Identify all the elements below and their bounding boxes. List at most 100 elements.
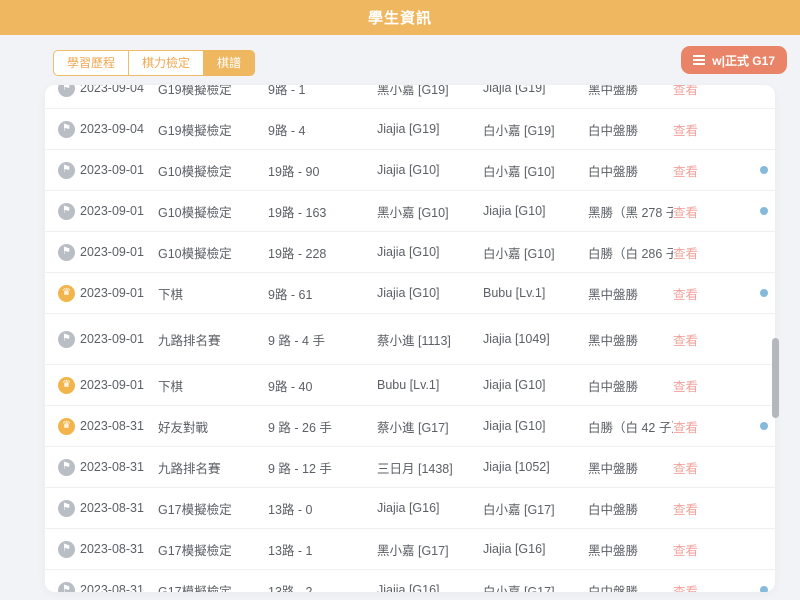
- board-moves: 9路 - 61: [268, 284, 377, 303]
- student-selector-label: w|正式 G17: [712, 52, 775, 69]
- game-type: G17模擬檢定: [158, 540, 268, 559]
- board-moves: 9路 - 4: [268, 120, 377, 139]
- white-player: Bubu [Lv.1]: [483, 286, 588, 300]
- view-link[interactable]: 查看: [673, 585, 698, 593]
- game-date: 2023-08-31: [80, 501, 158, 515]
- flag-icon: ⚑: [58, 582, 75, 592]
- row-icon-cell: ♛: [58, 376, 80, 394]
- game-type: G10模擬檢定: [158, 202, 268, 221]
- game-date: 2023-09-01: [80, 332, 158, 346]
- game-type: 下棋: [158, 376, 268, 395]
- board-moves: 19路 - 163: [268, 202, 377, 221]
- flag-icon: ⚑: [58, 244, 75, 261]
- view-link[interactable]: 查看: [673, 206, 698, 220]
- game-type: G19模擬檢定: [158, 120, 268, 139]
- white-player: Jiajia [G16]: [483, 542, 588, 556]
- row-icon-cell: ⚑: [58, 85, 80, 97]
- table-row: ⚑ 2023-08-31 G17模擬檢定 13路 - 1 黑小嘉 [G17] J…: [45, 529, 775, 570]
- white-player: Jiajia [1049]: [483, 332, 588, 346]
- game-type: G17模擬檢定: [158, 499, 268, 518]
- view-link[interactable]: 查看: [673, 124, 698, 138]
- board-moves: 9 路 - 4 手: [268, 330, 377, 349]
- table-row: ⚑ 2023-08-31 九路排名賽 9 路 - 12 手 三日月 [1438]…: [45, 447, 775, 488]
- row-icon-cell: ♛: [58, 284, 80, 302]
- view-cell: 查看: [673, 376, 723, 395]
- game-type: G10模擬檢定: [158, 161, 268, 180]
- white-player: Jiajia [G10]: [483, 378, 588, 392]
- view-link[interactable]: 查看: [673, 421, 698, 435]
- tab-group: 學習歷程棋力檢定棋譜: [53, 50, 255, 76]
- game-result: 黑中盤勝: [588, 540, 673, 559]
- white-player: 白小嘉 [G17]: [483, 499, 588, 518]
- view-cell: 查看: [673, 330, 723, 349]
- row-type-icon-glyph: ⚑: [62, 544, 71, 554]
- game-type: 九路排名賽: [158, 458, 268, 477]
- table-row: ♛ 2023-09-01 下棋 9路 - 40 Bubu [Lv.1] Jiaj…: [45, 365, 775, 406]
- crown-icon: ♛: [58, 418, 75, 435]
- white-player: 白小嘉 [G19]: [483, 120, 588, 139]
- view-link[interactable]: 查看: [673, 165, 698, 179]
- table-row: ♛ 2023-08-31 好友對戰 9 路 - 26 手 蔡小進 [G17] J…: [45, 406, 775, 447]
- game-records-list: ⚑ 2023-09-04 G19模擬檢定 9路 - 1 黑小嘉 [G19] Ji…: [45, 85, 775, 592]
- view-link[interactable]: 查看: [673, 288, 698, 302]
- black-player: 黑小嘉 [G10]: [377, 202, 483, 221]
- view-cell: 查看: [673, 540, 723, 559]
- tab-棋力檢定[interactable]: 棋力檢定: [128, 50, 204, 76]
- white-player: Jiajia [G10]: [483, 419, 588, 433]
- view-link[interactable]: 查看: [673, 503, 698, 517]
- black-player: Jiajia [G16]: [377, 583, 483, 592]
- unread-dot: [760, 289, 768, 297]
- game-result: 白中盤勝: [588, 581, 673, 593]
- view-cell: 查看: [673, 458, 723, 477]
- tab-學習歷程[interactable]: 學習歷程: [53, 50, 129, 76]
- view-link[interactable]: 查看: [673, 462, 698, 476]
- page-title: 學生資訊: [368, 7, 432, 28]
- flag-icon: ⚑: [58, 162, 75, 179]
- flag-icon: ⚑: [58, 459, 75, 476]
- toolbar: 學習歷程棋力檢定棋譜 w|正式 G17: [0, 35, 800, 85]
- game-date: 2023-09-01: [80, 286, 158, 300]
- table-row: ⚑ 2023-08-31 G17模擬檢定 13路 - 2 Jiajia [G16…: [45, 570, 775, 592]
- crown-icon: ♛: [58, 377, 75, 394]
- row-type-icon-glyph: ⚑: [62, 206, 71, 216]
- game-type: G17模擬檢定: [158, 581, 268, 593]
- table-row: ♛ 2023-09-01 下棋 9路 - 61 Jiajia [G10] Bub…: [45, 273, 775, 314]
- game-result: 黑中盤勝: [588, 85, 673, 98]
- row-icon-cell: ⚑: [58, 161, 80, 179]
- white-player: 白小嘉 [G10]: [483, 243, 588, 262]
- vertical-scrollbar-thumb[interactable]: [772, 338, 779, 418]
- black-player: Jiajia [G16]: [377, 501, 483, 515]
- flag-icon: ⚑: [58, 500, 75, 517]
- row-type-icon-glyph: ♛: [62, 288, 71, 298]
- game-result: 黑中盤勝: [588, 284, 673, 303]
- tab-棋譜[interactable]: 棋譜: [203, 50, 255, 76]
- board-moves: 13路 - 0: [268, 499, 377, 518]
- row-type-icon-glyph: ⚑: [62, 585, 71, 592]
- view-link[interactable]: 查看: [673, 544, 698, 558]
- view-link[interactable]: 查看: [673, 334, 698, 348]
- game-date: 2023-08-31: [80, 583, 158, 592]
- board-moves: 13路 - 2: [268, 581, 377, 593]
- row-icon-cell: ⚑: [58, 458, 80, 476]
- view-cell: 查看: [673, 202, 723, 221]
- black-player: 三日月 [1438]: [377, 458, 483, 477]
- row-icon-cell: ⚑: [58, 499, 80, 517]
- game-result: 黑勝（黑 278 子）: [588, 202, 673, 221]
- flag-icon: ⚑: [58, 203, 75, 220]
- game-date: 2023-09-01: [80, 245, 158, 259]
- view-link[interactable]: 查看: [673, 247, 698, 261]
- student-selector-button[interactable]: w|正式 G17: [681, 46, 787, 74]
- game-date: 2023-09-01: [80, 204, 158, 218]
- board-moves: 9路 - 40: [268, 376, 377, 395]
- white-player: 白小嘉 [G10]: [483, 161, 588, 180]
- view-cell: 查看: [673, 243, 723, 262]
- view-link[interactable]: 查看: [673, 85, 698, 97]
- black-player: Jiajia [G19]: [377, 122, 483, 136]
- hamburger-icon: [693, 55, 705, 65]
- crown-icon: ♛: [58, 285, 75, 302]
- board-moves: 19路 - 90: [268, 161, 377, 180]
- game-type: 九路排名賽: [158, 330, 268, 349]
- view-link[interactable]: 查看: [673, 380, 698, 394]
- white-player: Jiajia [G10]: [483, 204, 588, 218]
- game-result: 黑中盤勝: [588, 458, 673, 477]
